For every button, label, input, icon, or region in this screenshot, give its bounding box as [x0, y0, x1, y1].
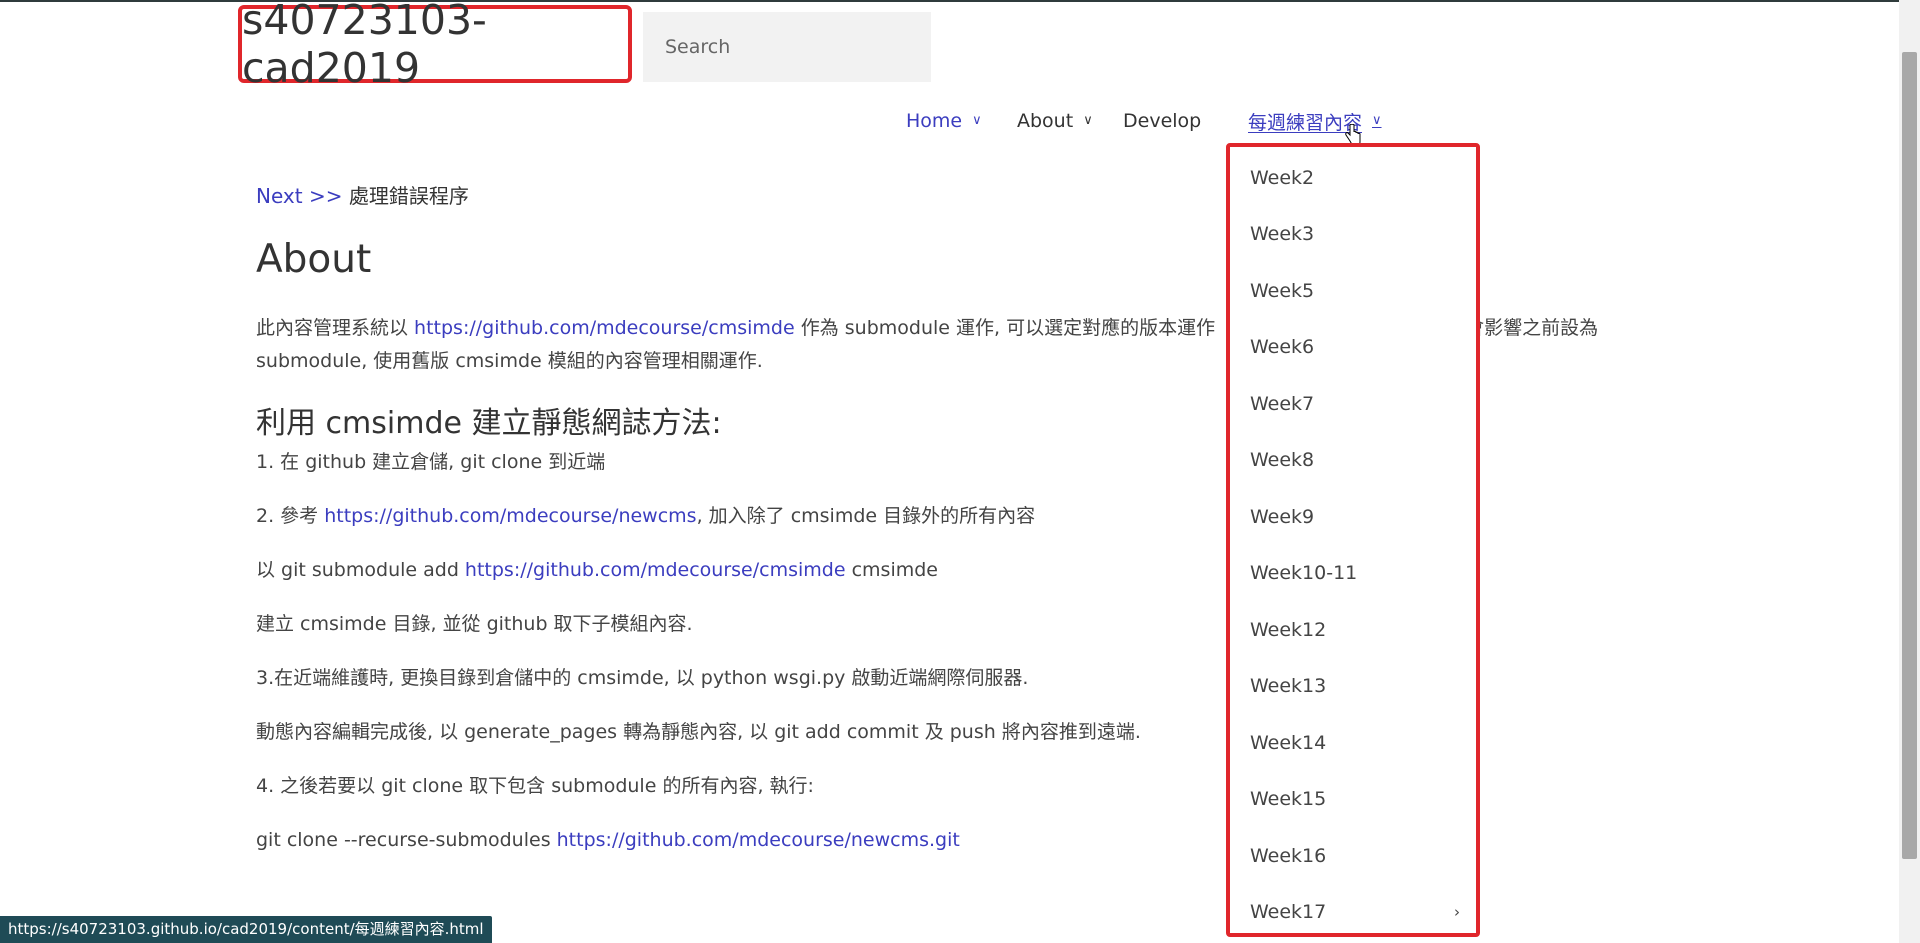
site-title[interactable]: s40723103-cad2019 — [238, 0, 632, 92]
browser-status-bar: https://s40723103.github.io/cad2019/cont… — [0, 916, 492, 943]
chevron-down-icon: ∨ — [1083, 112, 1093, 128]
dropdown-item-label: Week14 — [1250, 732, 1327, 754]
breadcrumb-separator: >> — [308, 184, 343, 208]
dropdown-item-week8[interactable]: Week8 — [1250, 449, 1470, 471]
dropdown-item-week12[interactable]: Week12 — [1250, 619, 1470, 641]
nav-item-develop[interactable]: Develop — [1123, 106, 1201, 136]
dropdown-item-week3[interactable]: Week3 — [1250, 223, 1470, 245]
nav-develop-label: Develop — [1123, 110, 1202, 132]
dropdown-item-label: Week5 — [1250, 280, 1315, 302]
chevron-down-icon: ∨ — [1372, 112, 1382, 128]
site-title-text: s40723103-cad2019 — [242, 0, 487, 92]
nav-item-weekly[interactable]: 每週練習內容 ∨ — [1248, 106, 1382, 136]
nav-home-label: Home — [906, 110, 963, 132]
dropdown-item-week6[interactable]: Week6 — [1250, 336, 1470, 358]
breadcrumb-text: 處理錯誤程序 — [348, 184, 469, 208]
intro-text-b: 作為 submodule 運作, 可以選定對應的版本運作 — [794, 317, 1216, 339]
page-title: About — [256, 237, 372, 282]
weekly-dropdown-menu: Week2 Week3 Week5 Week6 Week7 Week8 Week… — [1226, 143, 1480, 937]
dropdown-item-week17[interactable]: Week17 › — [1250, 901, 1470, 923]
dropdown-item-label: Week2 — [1250, 167, 1315, 189]
section-heading: 利用 cmsimde 建立靜態網誌方法: — [256, 406, 722, 441]
dropdown-item-week10-11[interactable]: Week10-11 — [1250, 562, 1470, 584]
dropdown-item-label: Week16 — [1250, 845, 1327, 867]
chevron-down-icon: ∨ — [972, 112, 982, 128]
cmsimde-link[interactable]: https://github.com/mdecourse/cmsimde — [414, 317, 795, 339]
nav-item-about[interactable]: About ∨ — [1017, 106, 1093, 136]
dropdown-item-label: Week9 — [1250, 506, 1315, 528]
step2c-text-a: 以 git submodule add — [256, 559, 465, 581]
dropdown-item-label: Week8 — [1250, 449, 1315, 471]
step2-text-b: , 加入除了 cmsimde 目錄外的所有內容 — [696, 505, 1036, 527]
intro-text-a: 此內容管理系統以 — [256, 317, 415, 339]
dropdown-item-label: Week12 — [1250, 619, 1327, 641]
newcms-git-link[interactable]: https://github.com/mdecourse/newcms.git — [557, 829, 960, 851]
newcms-link[interactable]: https://github.com/mdecourse/newcms — [324, 505, 696, 527]
dropdown-item-week7[interactable]: Week7 — [1250, 393, 1470, 415]
status-url: https://s40723103.github.io/cad2019/cont… — [8, 920, 484, 938]
scrollbar-thumb[interactable] — [1902, 52, 1917, 859]
cmsimde-submodule-link[interactable]: https://github.com/mdecourse/cmsimde — [465, 559, 846, 581]
nav-item-home[interactable]: Home ∨ — [906, 106, 982, 136]
dropdown-item-label: Week10-11 — [1250, 562, 1358, 584]
dropdown-item-week14[interactable]: Week14 — [1250, 732, 1470, 754]
dropdown-item-label: Week3 — [1250, 223, 1315, 245]
step4b-text-a: git clone --recurse-submodules — [256, 829, 557, 851]
intro-text-c: 會影響之前設為 — [1465, 317, 1599, 339]
chevron-right-icon: › — [1454, 903, 1460, 921]
step2c-text-b: cmsimde — [845, 559, 938, 581]
dropdown-item-label: Week6 — [1250, 336, 1315, 358]
dropdown-item-week9[interactable]: Week9 — [1250, 506, 1470, 528]
breadcrumb: Next >> 處理錯誤程序 — [256, 180, 469, 209]
dropdown-item-week5[interactable]: Week5 — [1250, 280, 1470, 302]
nav-about-label: About — [1017, 110, 1074, 132]
dropdown-item-label: Week7 — [1250, 393, 1315, 415]
intro-text-d: submodule, 使用舊版 cmsimde 模組的內容管理相關運作. — [256, 350, 763, 372]
dropdown-item-label: Week17 — [1250, 901, 1327, 923]
dropdown-item-week13[interactable]: Week13 — [1250, 675, 1470, 697]
dropdown-item-week16[interactable]: Week16 — [1250, 845, 1470, 867]
dropdown-item-week2[interactable]: Week2 — [1250, 167, 1470, 189]
dropdown-item-label: Week15 — [1250, 788, 1327, 810]
dropdown-item-label: Week13 — [1250, 675, 1327, 697]
dropdown-item-week15[interactable]: Week15 — [1250, 788, 1470, 810]
breadcrumb-next-link[interactable]: Next — [256, 184, 303, 208]
search-input[interactable] — [643, 12, 931, 82]
step2-text-a: 2. 參考 — [256, 505, 325, 527]
